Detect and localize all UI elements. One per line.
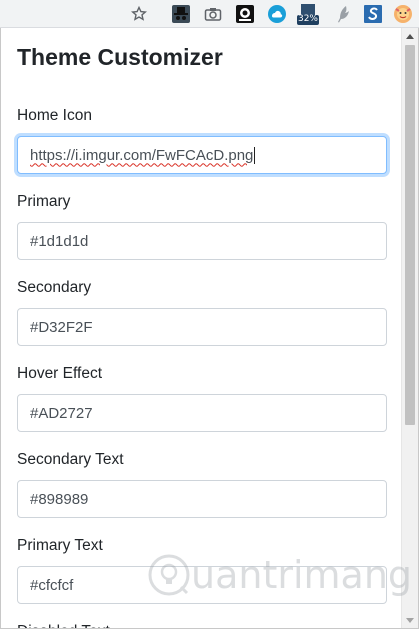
theme-customizer-popup: Theme Customizer Home Icon https://i.img… [0, 28, 419, 629]
badge-extension-icon[interactable]: 32% [296, 3, 320, 25]
cloud-extension-icon[interactable] [266, 3, 288, 25]
scroll-up-arrow-icon[interactable] [406, 34, 414, 39]
profile-avatar-icon[interactable] [392, 3, 414, 25]
browser-toolbar: 32% [0, 0, 419, 28]
disabled-text-label: Disabled Text [17, 621, 387, 628]
hover-effect-label: Hover Effect [17, 365, 103, 382]
secondary-text-input[interactable] [17, 480, 387, 518]
page-title: Theme Customizer [17, 44, 223, 70]
text-caret [254, 146, 256, 164]
secondary-text-label: Secondary Text [17, 451, 124, 468]
primary-label: Primary [17, 193, 71, 210]
vertical-scrollbar[interactable] [401, 28, 418, 628]
badge-text: 32% [297, 14, 318, 24]
popup-content: Theme Customizer Home Icon https://i.img… [17, 42, 387, 628]
secondary-label: Secondary [17, 279, 92, 296]
scrollbar-thumb[interactable] [405, 45, 415, 425]
secondary-input[interactable] [17, 308, 387, 346]
primary-text-input[interactable] [17, 566, 387, 604]
home-icon-input[interactable]: https://i.imgur.com/FwFCAcD.png [17, 136, 387, 174]
scroll-down-arrow-icon[interactable] [406, 618, 414, 623]
primary-text-label: Primary Text [17, 537, 103, 554]
feather-extension-icon[interactable] [333, 3, 355, 25]
home-icon-value: https://i.imgur.com/FwFCAcD.png [30, 146, 254, 164]
camera-icon[interactable] [202, 3, 224, 25]
incognito-extension-icon[interactable] [170, 3, 192, 25]
media-extension-icon[interactable] [234, 3, 256, 25]
primary-input[interactable] [17, 222, 387, 260]
s-extension-icon[interactable] [362, 3, 384, 25]
hover-effect-input[interactable] [17, 394, 387, 432]
star-icon[interactable] [128, 3, 150, 25]
home-icon-label: Home Icon [17, 107, 92, 124]
